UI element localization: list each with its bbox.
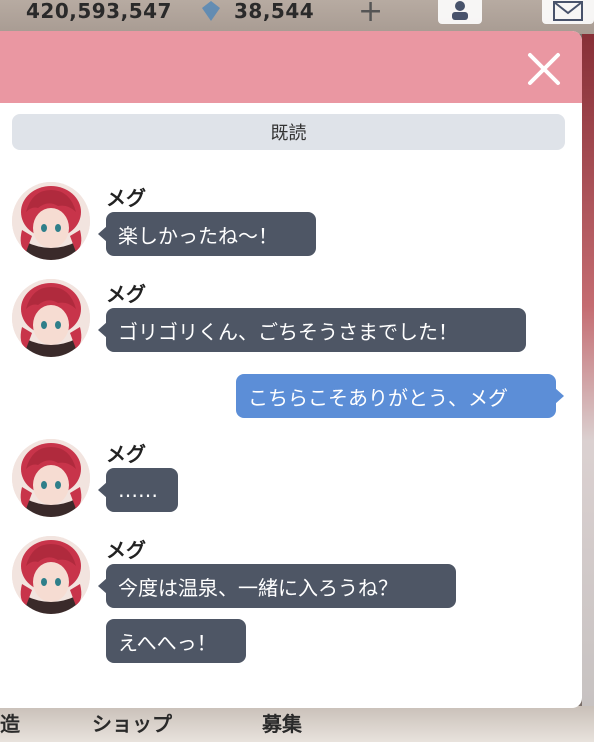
sender-name: メグ xyxy=(106,538,146,562)
message-text: …… xyxy=(118,478,158,502)
message-bubble-incoming: 楽しかったね～！ xyxy=(98,212,316,256)
avatar-portrait xyxy=(12,536,90,614)
message-bubble-incoming: えへへっ！ xyxy=(106,619,246,663)
message-bubble-incoming: ゴリゴリくん、ごちそうさまでした！ xyxy=(98,308,526,352)
avatar[interactable] xyxy=(12,536,90,614)
bubble-tail xyxy=(555,388,564,404)
money-counter: 420,593,547 xyxy=(26,0,172,23)
close-icon xyxy=(528,53,560,85)
message-text: こちらこそありがとう、メグ xyxy=(248,385,508,410)
sender-name: メグ xyxy=(106,282,146,306)
avatar-portrait xyxy=(12,279,90,357)
bubble-tail xyxy=(98,482,107,498)
chat-dialog: 既読 メグ 楽しかったね～！ メグ ゴリゴリくん、ごちそうさまでした！ こちらこ… xyxy=(0,31,582,708)
bubble-tail xyxy=(98,226,107,242)
message-text: ゴリゴリくん、ごちそうさまでした！ xyxy=(118,319,458,344)
avatar[interactable] xyxy=(12,182,90,260)
profile-button[interactable] xyxy=(438,0,482,24)
bubble-tail xyxy=(98,322,107,338)
background-artwork xyxy=(582,34,594,714)
message-text: 今度は温泉、一緒に入ろうね？ xyxy=(118,575,398,600)
gem-icon xyxy=(202,1,220,21)
nav-item-recruit[interactable]: 募集 xyxy=(262,708,302,737)
nav-item-build[interactable]: 造 xyxy=(0,708,20,737)
message-bubble-outgoing: こちらこそありがとう、メグ xyxy=(236,374,564,418)
close-button[interactable] xyxy=(522,49,566,89)
sender-name: メグ xyxy=(106,186,146,210)
nav-item-shop[interactable]: ショップ xyxy=(92,708,172,737)
read-status-bar: 既読 xyxy=(12,114,565,150)
gem-counter: 38,544 xyxy=(234,0,315,23)
mail-icon xyxy=(553,1,583,21)
dialog-header xyxy=(0,31,582,103)
profile-icon xyxy=(452,1,468,20)
mail-button[interactable] xyxy=(542,0,594,24)
avatar[interactable] xyxy=(12,279,90,357)
message-bubble-incoming: …… xyxy=(98,468,178,512)
message-text: えへへっ！ xyxy=(118,630,217,655)
message-text: 楽しかったね～！ xyxy=(118,223,278,248)
avatar-portrait xyxy=(12,182,90,260)
message-bubble-incoming: 今度は温泉、一緒に入ろうね？ xyxy=(98,564,456,608)
avatar[interactable] xyxy=(12,439,90,517)
bubble-tail xyxy=(98,578,107,594)
avatar-portrait xyxy=(12,439,90,517)
add-gems-button[interactable]: + xyxy=(358,0,383,29)
sender-name: メグ xyxy=(106,442,146,466)
